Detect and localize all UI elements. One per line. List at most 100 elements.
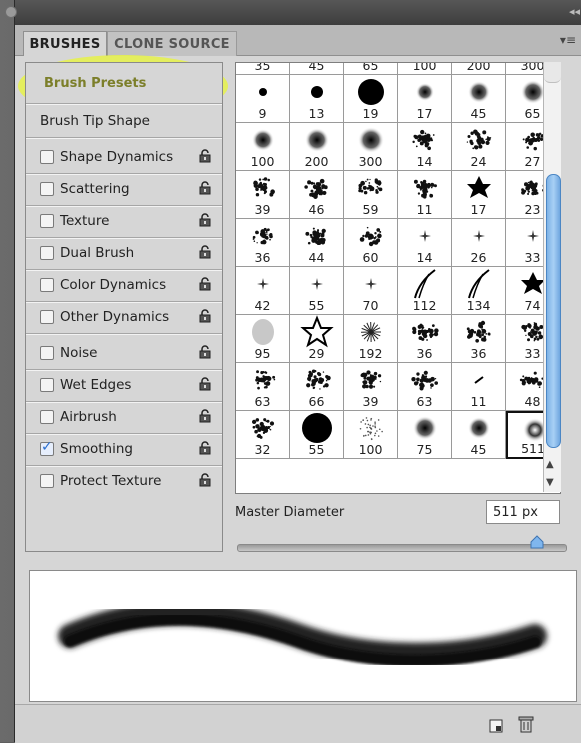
close-icon[interactable] xyxy=(5,6,17,18)
brush-preset-cell[interactable]: 100 xyxy=(344,411,398,459)
brush-preset-cell[interactable]: 63 xyxy=(398,363,452,411)
brush-tip-shape-item[interactable]: Brush Tip Shape xyxy=(26,105,222,137)
brush-preset-cell[interactable]: 200 xyxy=(290,123,344,171)
brush-preset-cell[interactable]: 200 xyxy=(452,62,506,75)
master-diameter-input[interactable]: 511 px xyxy=(486,500,560,524)
setting-checkbox[interactable] xyxy=(40,410,54,424)
setting-checkbox[interactable] xyxy=(40,442,54,456)
setting-item[interactable]: Wet Edges xyxy=(26,369,222,401)
slider-thumb-icon[interactable] xyxy=(530,535,544,549)
brush-preset-cell[interactable]: 55 xyxy=(290,267,344,315)
brush-size-label: 55 xyxy=(290,298,343,313)
setting-checkbox[interactable] xyxy=(40,310,54,324)
brush-size-label: 36 xyxy=(398,346,451,361)
setting-checkbox[interactable] xyxy=(40,278,54,292)
brush-preset-cell[interactable]: 70 xyxy=(344,267,398,315)
setting-item[interactable]: Dual Brush xyxy=(26,237,222,269)
brush-preset-cell[interactable]: 35 xyxy=(236,62,290,75)
brush-preset-cell[interactable]: 19 xyxy=(344,75,398,123)
brush-preset-cell[interactable]: 55 xyxy=(290,411,344,459)
brush-tip-icon xyxy=(344,75,398,109)
setting-checkbox[interactable] xyxy=(40,346,54,360)
brush-preset-cell[interactable]: 26 xyxy=(452,219,506,267)
tab-clone-source[interactable]: CLONE SOURCE xyxy=(107,31,237,56)
setting-checkbox[interactable] xyxy=(40,246,54,260)
brush-size-label: 45 xyxy=(452,106,505,121)
scrollbar-thumb[interactable] xyxy=(546,174,561,448)
lock-icon[interactable] xyxy=(198,213,212,227)
master-diameter-slider[interactable] xyxy=(237,544,567,552)
setting-item[interactable]: Smoothing xyxy=(26,433,222,465)
brush-preset-cell[interactable]: 14 xyxy=(398,219,452,267)
brush-preset-cell[interactable]: 45 xyxy=(452,411,506,459)
brush-preset-cell[interactable]: 11 xyxy=(398,171,452,219)
new-brush-icon[interactable] xyxy=(489,719,503,733)
setting-item[interactable]: Texture xyxy=(26,205,222,237)
lock-icon[interactable] xyxy=(198,377,212,391)
brush-preset-cell[interactable]: 100 xyxy=(236,123,290,171)
setting-label: Smoothing xyxy=(60,441,133,457)
brush-preset-cell[interactable]: 36 xyxy=(398,315,452,363)
brush-size-label: 24 xyxy=(452,154,505,169)
brush-preset-cell[interactable]: 11 xyxy=(452,363,506,411)
lock-icon[interactable] xyxy=(198,277,212,291)
brush-preset-cell[interactable]: 42 xyxy=(236,267,290,315)
lock-icon[interactable] xyxy=(198,473,212,487)
brush-preset-cell[interactable]: 134 xyxy=(452,267,506,315)
brush-preset-cell[interactable]: 100 xyxy=(398,62,452,75)
brush-preset-cell[interactable]: 112 xyxy=(398,267,452,315)
collapse-icon[interactable]: ◂◂ xyxy=(569,5,580,18)
setting-checkbox[interactable] xyxy=(40,214,54,228)
brush-preset-cell[interactable]: 17 xyxy=(398,75,452,123)
setting-item[interactable]: Airbrush xyxy=(26,401,222,433)
brush-preset-cell[interactable]: 66 xyxy=(290,363,344,411)
brush-preset-cell[interactable]: 300 xyxy=(344,123,398,171)
brush-preset-cell[interactable]: 13 xyxy=(290,75,344,123)
panel-menu-icon[interactable]: ▾≡ xyxy=(560,33,576,47)
setting-checkbox[interactable] xyxy=(40,474,54,488)
lock-icon[interactable] xyxy=(198,441,212,455)
brush-preset-cell[interactable]: 24 xyxy=(452,123,506,171)
brush-preset-cell[interactable]: 63 xyxy=(236,363,290,411)
brush-preset-cell[interactable]: 29 xyxy=(290,315,344,363)
lock-icon[interactable] xyxy=(198,149,212,163)
brush-preset-cell[interactable]: 17 xyxy=(452,171,506,219)
setting-checkbox[interactable] xyxy=(40,150,54,164)
setting-checkbox[interactable] xyxy=(40,182,54,196)
brush-preset-cell[interactable]: 59 xyxy=(344,171,398,219)
setting-item[interactable]: Scattering xyxy=(26,173,222,205)
brush-preset-cell[interactable]: 45 xyxy=(290,62,344,75)
brush-preset-cell[interactable]: 46 xyxy=(290,171,344,219)
setting-item[interactable]: Protect Texture xyxy=(26,465,222,497)
setting-item[interactable]: Shape Dynamics xyxy=(26,141,222,173)
brush-preset-cell[interactable]: 45 xyxy=(452,75,506,123)
setting-checkbox[interactable] xyxy=(40,378,54,392)
lock-icon[interactable] xyxy=(198,345,212,359)
brush-preset-cell[interactable]: 39 xyxy=(236,171,290,219)
lock-icon[interactable] xyxy=(198,181,212,195)
tab-brushes[interactable]: BRUSHES xyxy=(23,31,107,56)
lock-icon[interactable] xyxy=(198,309,212,323)
brush-preset-cell[interactable]: 95 xyxy=(236,315,290,363)
brush-preset-cell[interactable]: 192 xyxy=(344,315,398,363)
brush-preset-cell[interactable]: 65 xyxy=(344,62,398,75)
brush-preset-cell[interactable]: 75 xyxy=(398,411,452,459)
scroll-down-arrow-icon[interactable]: ▼ xyxy=(546,477,554,488)
trash-icon[interactable] xyxy=(518,715,534,733)
scroll-up-arrow-icon[interactable]: ▲ xyxy=(546,459,554,470)
lock-icon[interactable] xyxy=(198,409,212,423)
setting-item[interactable]: Color Dynamics xyxy=(26,269,222,301)
brush-preset-cell[interactable]: 36 xyxy=(236,219,290,267)
brush-preset-cell[interactable]: 9 xyxy=(236,75,290,123)
grid-scrollbar[interactable]: ▲ ▼ xyxy=(543,62,561,492)
setting-item[interactable]: Noise xyxy=(26,337,222,369)
brush-preset-cell[interactable]: 32 xyxy=(236,411,290,459)
setting-item[interactable]: Other Dynamics xyxy=(26,301,222,333)
brush-preset-cell[interactable]: 39 xyxy=(344,363,398,411)
brush-presets-item[interactable]: Brush Presets xyxy=(26,63,222,103)
brush-preset-cell[interactable]: 60 xyxy=(344,219,398,267)
brush-preset-cell[interactable]: 44 xyxy=(290,219,344,267)
brush-preset-cell[interactable]: 14 xyxy=(398,123,452,171)
brush-preset-cell[interactable]: 36 xyxy=(452,315,506,363)
lock-icon[interactable] xyxy=(198,245,212,259)
